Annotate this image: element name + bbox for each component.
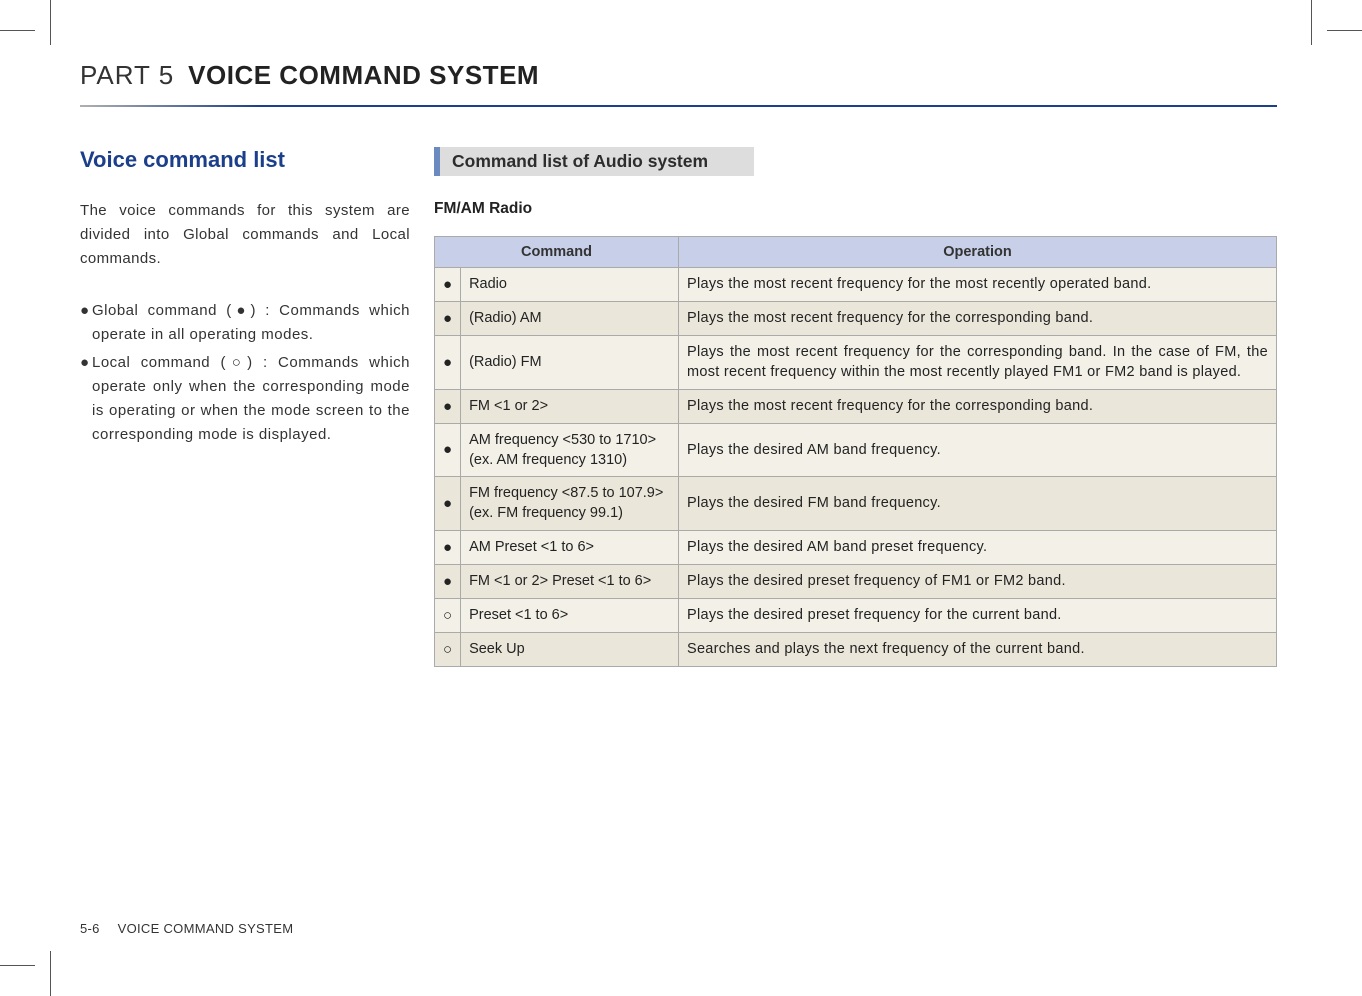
op-text: Searches and plays the next frequency of… [678, 632, 1276, 666]
command-table: Command Operation ●RadioPlays the most r… [434, 236, 1277, 667]
bullet-text: Local command (○) : Commands which opera… [92, 351, 410, 447]
page-number: 5-6 [80, 921, 100, 936]
table-label: FM/AM Radio [434, 200, 1277, 218]
crop-mark [1311, 0, 1312, 45]
cmd-type-icon: ● [435, 302, 461, 336]
cmd-type-icon: ● [435, 477, 461, 531]
op-text: Plays the most recent frequency for the … [678, 389, 1276, 423]
table-row: ○Seek UpSearches and plays the next freq… [435, 632, 1277, 666]
cmd-type-icon: ● [435, 268, 461, 302]
left-column: Voice command list The voice commands fo… [80, 147, 410, 667]
bullet-icon: ● [80, 351, 92, 447]
bullet-local: ● Local command (○) : Commands which ope… [80, 351, 410, 447]
table-row: ●FM <1 or 2>Plays the most recent freque… [435, 389, 1277, 423]
header-rule [80, 105, 1277, 107]
cmd-text: FM <1 or 2> [461, 389, 679, 423]
cmd-text: AM frequency <530 to 1710> (ex. AM frequ… [461, 423, 679, 477]
table-row: ○Preset <1 to 6>Plays the desired preset… [435, 598, 1277, 632]
table-row: ● (Radio) FMPlays the most recent freque… [435, 336, 1277, 390]
cmd-text: FM frequency <87.5 to 107.9> (ex. FM fre… [461, 477, 679, 531]
cmd-type-icon: ○ [435, 632, 461, 666]
op-text: Plays the desired AM band frequency. [678, 423, 1276, 477]
crop-mark [0, 30, 35, 31]
crop-mark [50, 951, 51, 996]
op-text: Plays the most recent frequency for the … [678, 336, 1276, 390]
cmd-text: Seek Up [461, 632, 679, 666]
cmd-text: AM Preset <1 to 6> [461, 530, 679, 564]
cmd-type-icon: ● [435, 423, 461, 477]
cmd-type-icon: ○ [435, 598, 461, 632]
op-text: Plays the desired preset frequency of FM… [678, 564, 1276, 598]
op-text: Plays the desired preset frequency for t… [678, 598, 1276, 632]
cmd-type-icon: ● [435, 336, 461, 390]
cmd-type-icon: ● [435, 564, 461, 598]
op-text: Plays the desired FM band frequency. [678, 477, 1276, 531]
op-text: Plays the most recent frequency for the … [678, 302, 1276, 336]
bullet-global: ● Global command (●) : Commands which op… [80, 299, 410, 347]
content-area: Voice command list The voice commands fo… [80, 147, 1277, 667]
part-title: VOICE COMMAND SYSTEM [188, 60, 539, 91]
page-footer: 5-6 VOICE COMMAND SYSTEM [80, 921, 293, 936]
cmd-text: Radio [461, 268, 679, 302]
bullet-text: Global command (●) : Commands which oper… [92, 299, 410, 347]
section-title: Voice command list [80, 147, 410, 173]
crop-mark [0, 965, 35, 966]
table-row: ●FM <1 or 2> Preset <1 to 6>Plays the de… [435, 564, 1277, 598]
table-row: ●FM frequency <87.5 to 107.9> (ex. FM fr… [435, 477, 1277, 531]
part-label: PART 5 [80, 60, 174, 91]
part-header: PART 5 VOICE COMMAND SYSTEM [80, 60, 1277, 101]
footer-section: VOICE COMMAND SYSTEM [118, 921, 294, 936]
cmd-text: (Radio) AM [461, 302, 679, 336]
table-row: ●AM frequency <530 to 1710> (ex. AM freq… [435, 423, 1277, 477]
op-text: Plays the desired AM band preset frequen… [678, 530, 1276, 564]
cmd-text: Preset <1 to 6> [461, 598, 679, 632]
table-row: ●AM Preset <1 to 6>Plays the desired AM … [435, 530, 1277, 564]
table-row: ●(Radio) AMPlays the most recent frequen… [435, 302, 1277, 336]
audio-subheader: Command list of Audio system [434, 147, 754, 176]
cmd-type-icon: ● [435, 389, 461, 423]
bullet-icon: ● [80, 299, 92, 347]
cmd-text: FM <1 or 2> Preset <1 to 6> [461, 564, 679, 598]
table-header-row: Command Operation [435, 237, 1277, 268]
cmd-text: (Radio) FM [461, 336, 679, 390]
th-command: Command [435, 237, 679, 268]
crop-mark [50, 0, 51, 45]
table-row: ●RadioPlays the most recent frequency fo… [435, 268, 1277, 302]
page-container: PART 5 VOICE COMMAND SYSTEM Voice comman… [80, 60, 1277, 936]
op-text: Plays the most recent frequency for the … [678, 268, 1276, 302]
crop-mark [1327, 30, 1362, 31]
cmd-type-icon: ● [435, 530, 461, 564]
intro-paragraph: The voice commands for this system are d… [80, 199, 410, 271]
right-column: Command list of Audio system FM/AM Radio… [434, 147, 1277, 667]
th-operation: Operation [678, 237, 1276, 268]
